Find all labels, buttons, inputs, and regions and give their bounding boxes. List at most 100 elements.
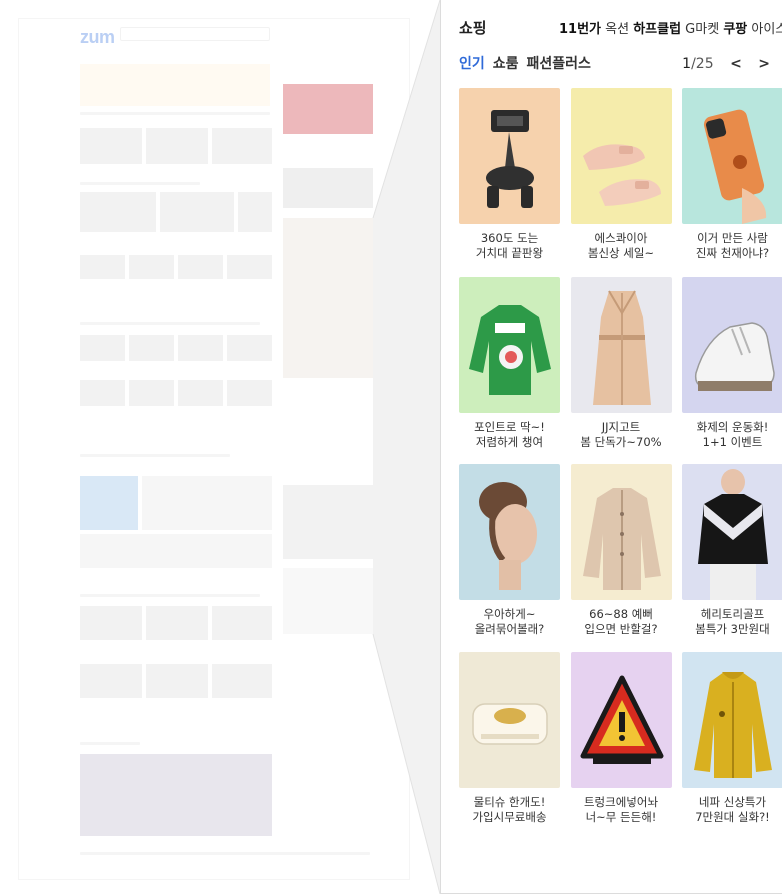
shopping-title: 쇼핑 — [459, 19, 487, 37]
warning-triangle-icon — [580, 675, 663, 764]
wet-tissue-icon — [472, 703, 548, 745]
portal-thumb — [227, 255, 272, 279]
mall-link[interactable]: 11번가 — [559, 22, 601, 37]
portal-text-line — [80, 454, 230, 457]
mall-link[interactable]: 하프클럽 — [633, 22, 681, 37]
portal-search-box — [120, 27, 270, 41]
product-image[interactable] — [459, 464, 560, 600]
portal-thumb — [212, 128, 272, 164]
product-caption-line2: 봄특가 3만원대 — [695, 622, 770, 636]
product-caption[interactable]: 포인트로 딱~! 저렴하게 챙여 — [453, 420, 566, 450]
product-caption[interactable]: 트렁크에넣어놔 너~무 든든해! — [565, 795, 678, 825]
portal-text-line — [80, 322, 260, 325]
product-image[interactable] — [682, 88, 782, 224]
product-caption[interactable]: 화제의 운동화! 1+1 이벤트 — [676, 420, 782, 450]
portal-text-line — [80, 742, 140, 745]
tab-2[interactable]: 패션플러스 — [527, 53, 591, 73]
shoes-icon — [582, 144, 661, 206]
product-image[interactable] — [570, 88, 672, 224]
product-caption-line1: 트렁크에넣어놔 — [583, 795, 659, 809]
portal-thumb — [80, 128, 142, 164]
tab-0[interactable]: 인기 — [459, 53, 485, 73]
portal-text-line — [80, 182, 200, 185]
product-caption-line1: 이거 만든 사람 — [697, 231, 768, 245]
product-caption-line2: 봄신상 세일~ — [587, 246, 655, 260]
product-image[interactable] — [459, 277, 560, 413]
pager: 1/25 < > — [682, 56, 770, 72]
portal-thumb — [212, 606, 272, 640]
mall-link[interactable]: 아이스탁몰 — [747, 22, 782, 37]
phone-mount-icon — [486, 110, 534, 208]
product-caption-line1: 화제의 운동화! — [696, 420, 769, 434]
portal-text-line — [80, 594, 260, 597]
portal-text-line — [80, 112, 270, 115]
product-caption-line2: 1+1 이벤트 — [702, 435, 763, 449]
product-caption-line2: 7만원대 실화?! — [695, 810, 770, 824]
mall-link[interactable]: 옥션 — [601, 22, 633, 37]
product-caption-line1: 우아하게~ — [483, 607, 536, 621]
product-caption[interactable]: 물티슈 한개도! 가입시무료배송 — [453, 795, 566, 825]
product-caption-line2: 거치대 끝판왕 — [475, 246, 544, 260]
portal-ad — [283, 168, 373, 208]
product-caption-line1: JJ지고트 — [601, 420, 641, 434]
product-caption-line1: 에스콰이아 — [594, 231, 648, 245]
product-image[interactable] — [459, 652, 560, 788]
tab-1[interactable]: 쇼룸 — [493, 53, 519, 73]
portal-video — [80, 754, 272, 836]
product-caption-line2: 올려묶어볼래? — [474, 622, 545, 636]
portal-thumb — [178, 380, 223, 406]
portal-thumb — [129, 255, 174, 279]
product-caption-line1: 물티슈 한개도! — [473, 795, 546, 809]
product-caption-line1: 네파 신상특가 — [698, 795, 767, 809]
shopping-tabs: 인기 쇼룸 패션플러스 — [459, 53, 599, 73]
portal-thumb — [238, 192, 272, 232]
product-image[interactable] — [570, 464, 672, 600]
product-caption[interactable]: 우아하게~ 올려묶어볼래? — [453, 607, 566, 637]
portal-thumb — [80, 192, 156, 232]
cardigan-icon — [582, 488, 661, 590]
product-image[interactable] — [682, 464, 782, 600]
product-caption[interactable]: 360도 도는 거치대 끝판왕 — [453, 231, 566, 261]
product-caption[interactable]: 헤리토리골프 봄특가 3만원대 — [676, 607, 782, 637]
product-caption-line1: 360도 도는 — [480, 231, 539, 245]
product-image[interactable] — [682, 652, 782, 788]
golf-sweater-icon — [698, 469, 768, 600]
portal-thumb — [160, 192, 234, 232]
product-image[interactable] — [570, 652, 672, 788]
product-caption[interactable]: 이거 만든 사람 진짜 천재아냐? — [676, 231, 782, 261]
product-image[interactable] — [459, 88, 560, 224]
product-image[interactable] — [570, 277, 672, 413]
product-caption-line1: 헤리토리골프 — [700, 607, 765, 621]
portal-thumb — [80, 664, 142, 698]
pager-current: 1 — [682, 56, 692, 72]
pager-prev-button[interactable]: < — [730, 56, 742, 72]
product-caption-line2: 진짜 천재아냐? — [695, 246, 770, 260]
screenshot-root: zum 쇼핑 11번가 옥션 하프클럽 G마켓 쿠팡 아이 인기 쇼룸 패션플러… — [0, 0, 782, 894]
mall-link[interactable]: 쿠팡 — [723, 22, 747, 37]
product-caption[interactable]: 66~88 예뻐 입으면 반할걸? — [565, 607, 678, 637]
sneaker-icon — [694, 322, 775, 391]
product-image[interactable] — [682, 277, 782, 413]
portal-thumb — [146, 664, 208, 698]
product-caption-line2: 가입시무료배송 — [472, 810, 547, 824]
portal-ad — [283, 485, 373, 559]
trench-coat-icon — [592, 290, 651, 405]
sweater-icon — [469, 305, 551, 395]
product-caption-line2: 저렴하게 챙여 — [475, 435, 544, 449]
pager-next-button[interactable]: > — [758, 56, 770, 72]
product-caption[interactable]: 에스콰이아 봄신상 세일~ — [565, 231, 678, 261]
portal-logo: zum — [80, 27, 115, 47]
portal-thumb — [227, 335, 272, 361]
hair-model-icon — [479, 482, 537, 590]
portal-text-line — [80, 852, 370, 855]
mall-links: 11번가 옥션 하프클럽 G마켓 쿠팡 아이스탁몰 — [559, 18, 782, 37]
portal-thumb — [178, 335, 223, 361]
portal-thumb — [129, 380, 174, 406]
portal-thumb — [212, 664, 272, 698]
mall-link[interactable]: G마켓 — [681, 22, 723, 37]
product-caption[interactable]: JJ지고트 봄 단독가~70% — [565, 420, 678, 450]
background-portal-page: zum — [0, 0, 440, 894]
shopping-section-preview — [283, 218, 373, 378]
product-caption[interactable]: 네파 신상특가 7만원대 실화?! — [676, 795, 782, 825]
product-caption-line2: 봄 단독가~70% — [580, 435, 662, 449]
